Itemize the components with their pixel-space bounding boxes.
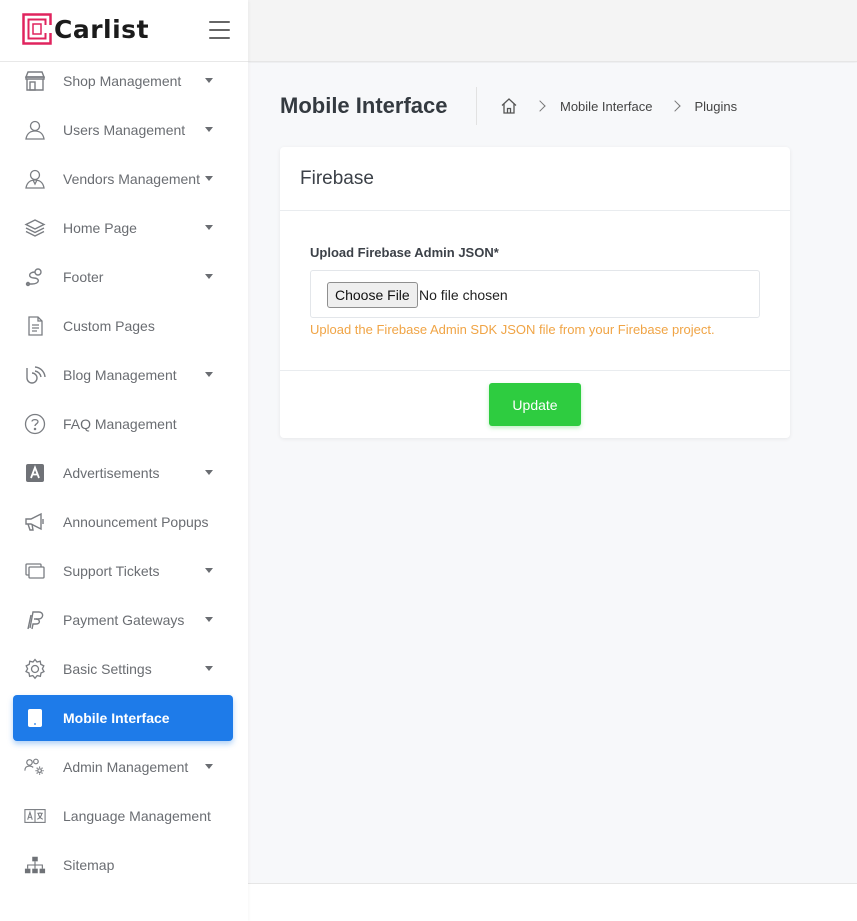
choose-file-button[interactable]: Choose File bbox=[327, 282, 418, 308]
chevron-down-icon bbox=[205, 470, 213, 475]
sidebar-item-label: Language Management bbox=[63, 807, 211, 824]
chevron-down-icon bbox=[205, 78, 213, 83]
chevron-down-icon bbox=[205, 127, 213, 132]
sidebar-item-faq-management[interactable]: FAQ Management bbox=[0, 399, 248, 448]
chevron-down-icon bbox=[205, 568, 213, 573]
ad-icon bbox=[24, 462, 46, 484]
language-icon bbox=[24, 805, 46, 827]
sidebar-item-footer[interactable]: Footer bbox=[0, 252, 248, 301]
title-divider bbox=[476, 87, 477, 125]
hamburger-line bbox=[209, 37, 230, 39]
chevron-down-icon bbox=[205, 274, 213, 279]
megaphone-icon bbox=[24, 511, 46, 533]
home-icon[interactable] bbox=[500, 97, 518, 115]
sidebar-item-home-page[interactable]: Home Page bbox=[0, 203, 248, 252]
blog-icon bbox=[24, 364, 46, 386]
top-header-bar bbox=[248, 0, 857, 62]
menu-toggle-button[interactable] bbox=[209, 21, 230, 39]
page-title: Mobile Interface bbox=[280, 93, 448, 118]
sidebar-item-vendors-management[interactable]: Vendors Management bbox=[0, 154, 248, 203]
document-icon bbox=[24, 315, 46, 337]
paypal-icon bbox=[24, 609, 46, 631]
tickets-icon bbox=[24, 560, 46, 582]
update-button[interactable]: Update bbox=[489, 383, 581, 426]
sidebar-item-label: Advertisements bbox=[63, 464, 160, 481]
carlist-logo[interactable]: Carlist bbox=[22, 13, 149, 45]
sidebar: Carlist Shop Management Users Management bbox=[0, 0, 248, 921]
sidebar-item-label: Mobile Interface bbox=[63, 709, 170, 726]
sidebar-item-payment-gateways[interactable]: Payment Gateways bbox=[0, 595, 248, 644]
card-title: Firebase bbox=[300, 168, 374, 189]
chevron-right-icon bbox=[534, 100, 546, 112]
carlist-logo-mark-icon bbox=[22, 13, 52, 45]
firebase-card: Firebase Upload Firebase Admin JSON* Cho… bbox=[280, 147, 790, 438]
admin-icon bbox=[24, 756, 46, 778]
sidebar-item-language-management[interactable]: Language Management bbox=[0, 791, 248, 840]
chevron-down-icon bbox=[205, 666, 213, 671]
hamburger-line bbox=[209, 21, 230, 23]
sidebar-item-mobile-interface[interactable]: Mobile Interface bbox=[0, 693, 248, 742]
breadcrumb-item-mobile-interface[interactable]: Mobile Interface bbox=[560, 99, 653, 114]
sidebar-item-label: Payment Gateways bbox=[63, 611, 185, 628]
firebase-json-label: Upload Firebase Admin JSON* bbox=[310, 245, 499, 260]
sidebar-item-label: Vendors Management bbox=[63, 170, 200, 187]
footer-icon bbox=[24, 266, 46, 288]
sitemap-icon bbox=[24, 854, 46, 876]
sidebar-item-label: Blog Management bbox=[63, 366, 177, 383]
sidebar-item-blog-management[interactable]: Blog Management bbox=[0, 350, 248, 399]
chevron-down-icon bbox=[205, 617, 213, 622]
firebase-json-help-text: Upload the Firebase Admin SDK JSON file … bbox=[310, 322, 715, 337]
firebase-json-file-input[interactable]: Choose File No file chosen bbox=[310, 270, 760, 318]
logo-bar: Carlist bbox=[0, 0, 248, 62]
sidebar-item-label: Home Page bbox=[63, 219, 137, 236]
sidebar-item-announcement-popups[interactable]: Announcement Popups bbox=[0, 497, 248, 546]
sidebar-item-users-management[interactable]: Users Management bbox=[0, 105, 248, 154]
tablet-icon bbox=[24, 707, 46, 729]
sidebar-item-label: Shop Management bbox=[63, 72, 182, 89]
sidebar-item-advertisements[interactable]: Advertisements bbox=[0, 448, 248, 497]
logo-text: Carlist bbox=[54, 14, 150, 44]
chevron-down-icon bbox=[205, 372, 213, 377]
file-status-text: No file chosen bbox=[419, 287, 508, 303]
sidebar-item-label: Footer bbox=[63, 268, 104, 285]
question-icon bbox=[24, 413, 46, 435]
chevron-down-icon bbox=[205, 764, 213, 769]
breadcrumb: Mobile Interface Plugins bbox=[500, 97, 737, 115]
sidebar-item-label: Support Tickets bbox=[63, 562, 160, 579]
sidebar-item-label: Admin Management bbox=[63, 758, 189, 775]
sidebar-item-label: Custom Pages bbox=[63, 317, 155, 334]
sidebar-item-shop-management[interactable]: Shop Management bbox=[0, 56, 248, 105]
hamburger-line bbox=[209, 29, 230, 31]
card-footer-divider bbox=[280, 370, 790, 371]
sidebar-item-label: FAQ Management bbox=[63, 415, 177, 432]
card-header: Firebase bbox=[280, 147, 790, 211]
breadcrumb-item-plugins[interactable]: Plugins bbox=[695, 99, 738, 114]
sidebar-item-label: Basic Settings bbox=[63, 660, 152, 677]
users-icon bbox=[24, 119, 46, 141]
sidebar-item-admin-management[interactable]: Admin Management bbox=[0, 742, 248, 791]
gear-icon bbox=[24, 657, 46, 680]
shop-icon bbox=[24, 70, 46, 92]
page-footer bbox=[248, 883, 857, 921]
sidebar-item-label: Announcement Popups bbox=[63, 513, 209, 530]
sidebar-item-custom-pages[interactable]: Custom Pages bbox=[0, 301, 248, 350]
layers-icon bbox=[24, 217, 46, 239]
sidebar-item-label: Users Management bbox=[63, 121, 186, 138]
vendors-icon bbox=[24, 168, 46, 190]
chevron-down-icon bbox=[205, 176, 213, 181]
chevron-down-icon bbox=[205, 225, 213, 230]
sidebar-item-basic-settings[interactable]: Basic Settings bbox=[0, 644, 248, 693]
sidebar-item-label: Sitemap bbox=[63, 856, 115, 873]
chevron-right-icon bbox=[668, 100, 681, 112]
sidebar-item-support-tickets[interactable]: Support Tickets bbox=[0, 546, 248, 595]
sidebar-item-sitemap[interactable]: Sitemap bbox=[0, 840, 248, 889]
